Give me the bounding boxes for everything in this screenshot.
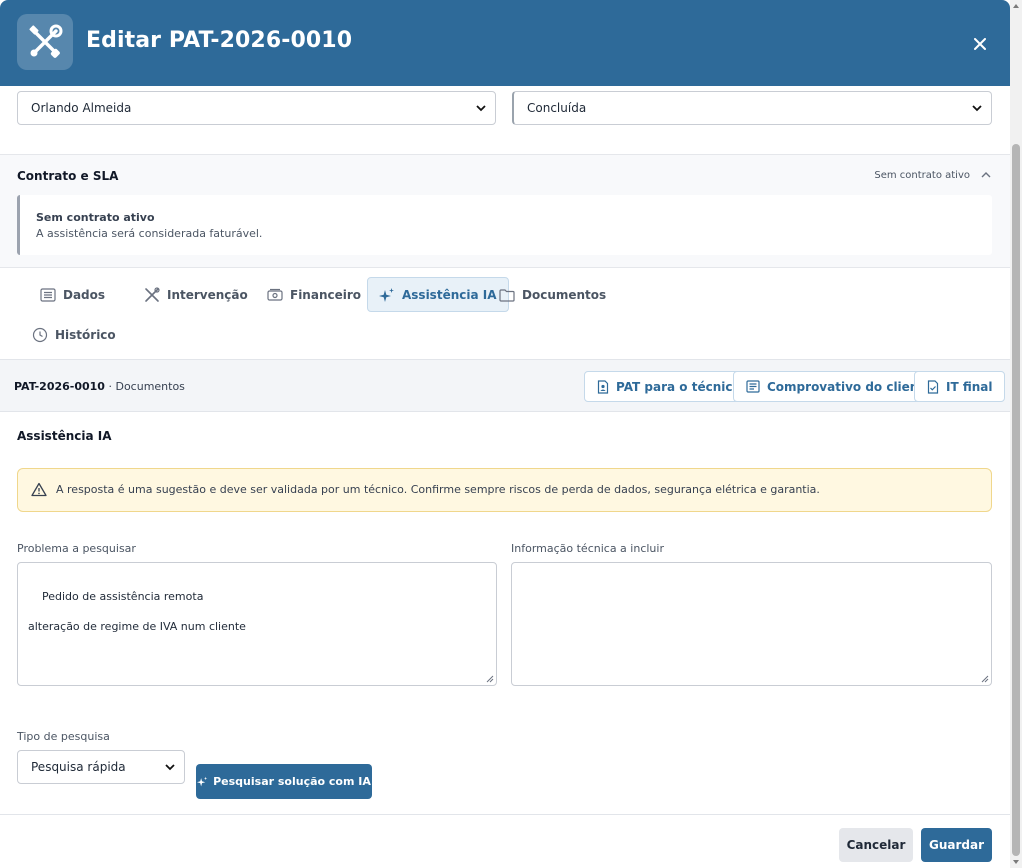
money-icon xyxy=(267,288,283,301)
button-label: Pesquisar solução com IA xyxy=(213,775,371,788)
tab-financeiro[interactable]: Financeiro xyxy=(256,278,372,312)
contract-section: Contrato e SLA Sem contrato ativo Sem co… xyxy=(0,154,1010,268)
contract-title: Contrato e SLA xyxy=(17,169,119,183)
breadcrumb: PAT-2026-0010 · Documentos xyxy=(14,380,185,393)
receipt-icon xyxy=(746,380,760,393)
breadcrumb-separator: · xyxy=(104,380,116,393)
warning-icon xyxy=(31,482,47,497)
tab-documentos[interactable]: Documentos xyxy=(488,278,617,312)
pat-tecnico-button[interactable]: PAT para o técnico xyxy=(584,371,754,402)
check-document-icon xyxy=(927,379,939,394)
contract-status: Sem contrato ativo xyxy=(874,170,970,181)
contract-card: Sem contrato ativo A assistência será co… xyxy=(17,195,992,255)
tab-label: Financeiro xyxy=(290,288,362,302)
breadcrumb-code: PAT-2026-0010 xyxy=(14,380,105,393)
breadcrumb-section: Documentos xyxy=(115,380,185,393)
tab-label: Histórico xyxy=(55,328,116,342)
info-label: Informação técnica a incluir xyxy=(511,542,664,555)
tools-icon xyxy=(17,14,73,70)
scroll-up-arrow-icon[interactable] xyxy=(1013,4,1019,8)
chevron-down-icon xyxy=(165,764,175,771)
warning-text: A resposta é uma sugestão e deve ser val… xyxy=(56,483,820,496)
search-type-label: Tipo de pesquisa xyxy=(17,730,110,743)
close-icon[interactable] xyxy=(968,32,992,56)
it-final-button[interactable]: IT final xyxy=(914,371,1006,402)
button-label: PAT para o técnico xyxy=(616,379,741,394)
list-icon xyxy=(40,288,56,302)
folder-icon xyxy=(499,289,515,302)
problem-textarea[interactable]: Pedido de assistência remota alteração d… xyxy=(17,562,497,686)
contract-card-title: Sem contrato ativo xyxy=(36,211,155,224)
scroll-down-arrow-icon[interactable] xyxy=(1013,860,1019,864)
contract-card-text: A assistência será considerada faturável… xyxy=(36,227,263,240)
modal-footer: Cancelar Guardar xyxy=(0,814,1010,868)
chevron-down-icon xyxy=(972,105,982,112)
sparkles-icon xyxy=(197,776,208,787)
modal-header: Editar PAT-2026-0010 xyxy=(0,0,1010,86)
status-select[interactable]: Concluída xyxy=(512,91,992,125)
resize-handle-icon[interactable] xyxy=(486,675,494,683)
tools-icon xyxy=(145,287,160,302)
search-type-select[interactable]: Pesquisa rápida xyxy=(17,750,185,784)
problem-label: Problema a pesquisar xyxy=(17,542,136,555)
cancel-button[interactable]: Cancelar xyxy=(839,828,913,862)
clock-icon xyxy=(32,327,48,343)
tab-historico[interactable]: Histórico xyxy=(21,318,127,352)
user-document-icon xyxy=(597,379,609,394)
documents-bar: PAT-2026-0010 · Documentos PAT para o té… xyxy=(0,359,1010,412)
chevron-down-icon xyxy=(476,105,486,112)
tab-dados[interactable]: Dados xyxy=(29,278,116,312)
info-textarea[interactable] xyxy=(511,562,992,686)
tab-label: Dados xyxy=(63,288,106,302)
scrollbar[interactable] xyxy=(1010,0,1022,868)
sparkles-icon xyxy=(379,287,394,302)
status-select-value: Concluída xyxy=(527,101,587,115)
resize-handle-icon[interactable] xyxy=(981,675,989,683)
search-type-value: Pesquisa rápida xyxy=(31,760,126,774)
edit-modal: Editar PAT-2026-0010 Orlando Almeida Con… xyxy=(0,0,1010,868)
tab-label: Intervenção xyxy=(167,288,248,302)
scroll-thumb[interactable] xyxy=(1012,144,1020,856)
button-label: IT final xyxy=(946,379,993,394)
technician-select[interactable]: Orlando Almeida xyxy=(17,91,496,125)
button-label: Comprovativo do cliente xyxy=(767,379,933,394)
save-button[interactable]: Guardar xyxy=(921,828,992,862)
tab-label: Documentos xyxy=(522,288,607,302)
ai-search-button[interactable]: Pesquisar solução com IA xyxy=(196,764,372,799)
tab-label: Assistência IA xyxy=(402,287,497,302)
chevron-up-icon[interactable] xyxy=(980,169,992,181)
problem-text: Pedido de assistência remota alteração d… xyxy=(28,590,246,633)
warning-banner: A resposta é uma sugestão e deve ser val… xyxy=(17,468,992,512)
technician-select-value: Orlando Almeida xyxy=(31,101,132,115)
modal-title: Editar PAT-2026-0010 xyxy=(86,28,353,53)
ai-section-title: Assistência IA xyxy=(17,429,112,443)
tab-intervencao[interactable]: Intervenção xyxy=(133,278,259,312)
